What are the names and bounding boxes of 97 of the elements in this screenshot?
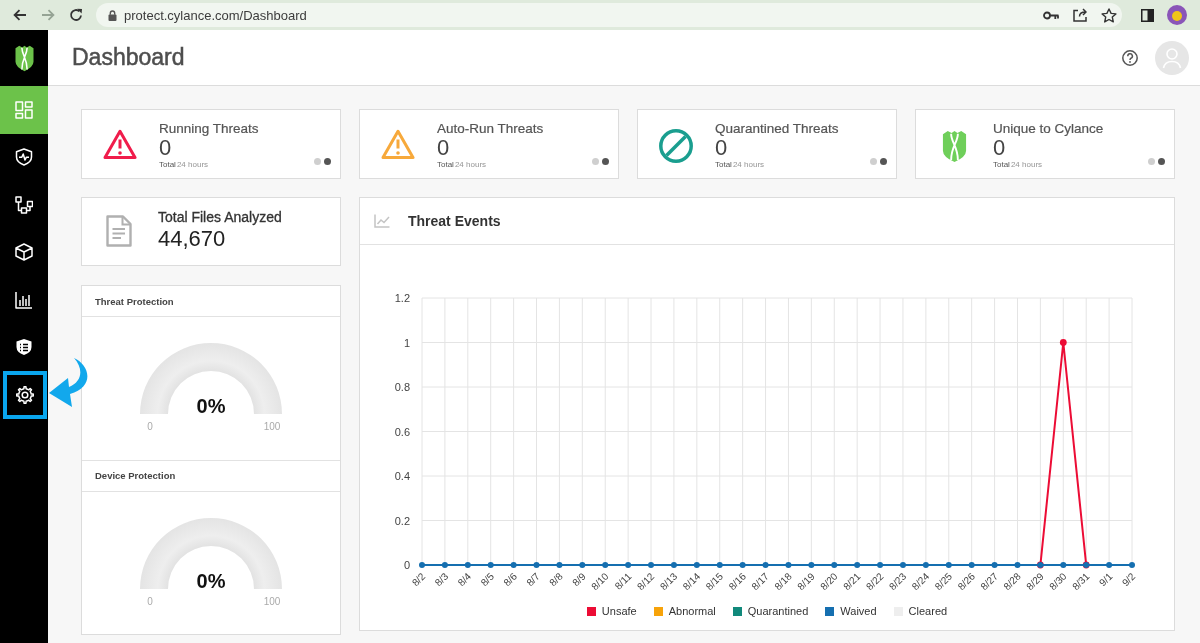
x-axis-label: 8/26	[955, 570, 978, 593]
x-axis-label: 8/6	[501, 570, 520, 589]
card-title: Unique to Cylance	[993, 120, 1105, 137]
x-axis-label: 8/15	[703, 570, 726, 593]
lock-icon	[108, 9, 117, 21]
y-axis-label: 0.8	[394, 381, 410, 393]
x-axis-label: 8/13	[657, 570, 680, 593]
x-axis-label: 8/29	[1024, 570, 1046, 593]
x-axis-label: 8/25	[932, 570, 955, 593]
x-axis-label: 8/2	[409, 570, 428, 589]
x-axis-label: 8/9	[570, 570, 588, 589]
x-axis-label: 8/31	[1070, 570, 1092, 593]
card-value: 0	[437, 137, 451, 159]
network-icon	[15, 195, 33, 214]
x-axis-label: 8/23	[886, 570, 909, 593]
card-title: Quarantined Threats	[715, 120, 840, 137]
legend-label[interactable]: Waived	[840, 605, 877, 617]
gauge-min-label: 0	[146, 595, 154, 608]
legend-label[interactable]: Cleared	[908, 605, 948, 617]
x-axis-label: 8/20	[818, 570, 840, 593]
period-label: 24 hours	[1010, 159, 1043, 170]
card-title: Running Threats	[159, 120, 260, 137]
card-value: 44,670	[158, 226, 227, 252]
card-title: Total Files Analyzed	[158, 209, 282, 226]
y-axis-label: 1	[403, 336, 410, 349]
period-label: 24 hours	[454, 159, 487, 170]
address-bar[interactable]: protect.cylance.com/Dashboard	[96, 3, 1122, 27]
total-label: Total	[993, 159, 1010, 170]
bar-chart-icon	[15, 290, 33, 309]
x-axis-label: 8/14	[680, 570, 703, 593]
card-value: 0	[993, 137, 1006, 159]
card-value: 0	[159, 137, 172, 159]
panel-title: Threat Events	[408, 213, 501, 229]
star-icon[interactable]	[1101, 7, 1117, 23]
x-axis-label: 8/11	[612, 570, 634, 592]
pager-dot[interactable]	[1158, 158, 1165, 165]
x-axis-label: 8/5	[478, 570, 497, 589]
profile-avatar-icon[interactable]	[1167, 5, 1187, 25]
document-icon	[106, 215, 132, 247]
cube-icon	[15, 243, 33, 262]
panel-title: Device Protection	[95, 470, 176, 481]
x-axis-label: 8/22	[863, 570, 886, 593]
card-value: 0	[715, 137, 728, 159]
total-label: Total	[159, 159, 176, 170]
reload-icon[interactable]	[69, 8, 83, 22]
x-axis-label: 8/19	[795, 570, 817, 593]
period-label: 24 hours	[732, 159, 765, 170]
x-axis-label: 8/16	[726, 570, 749, 593]
total-label: Total	[437, 159, 454, 170]
gauge-reading: 0%	[196, 395, 226, 417]
pager-dot[interactable]	[314, 158, 321, 165]
pager-dot[interactable]	[592, 158, 599, 165]
line-chart-icon	[374, 214, 390, 228]
x-axis-label: 8/18	[772, 570, 794, 593]
x-axis-label: 8/4	[455, 570, 474, 589]
pager-dot[interactable]	[870, 158, 877, 165]
x-axis-label: 8/8	[547, 570, 565, 589]
x-axis-label: 9/1	[1096, 570, 1115, 589]
panel-title: Threat Protection	[95, 295, 174, 307]
x-axis-label: 8/12	[634, 570, 657, 593]
x-axis-label: 8/30	[1047, 570, 1069, 593]
x-axis-label: 8/28	[1001, 570, 1023, 593]
x-axis-label: 8/10	[589, 570, 611, 593]
total-label: Total	[715, 159, 732, 170]
legend-label[interactable]: Quarantined	[747, 605, 809, 617]
gauge-reading: 0%	[196, 569, 226, 592]
card-title: Auto-Run Threats	[437, 120, 545, 137]
share-icon[interactable]	[1073, 8, 1087, 22]
x-axis-label: 9/2	[1119, 570, 1138, 589]
side-panel-icon[interactable]	[1141, 8, 1154, 22]
pager-dot[interactable]	[1148, 158, 1155, 165]
y-axis-label: 1.2	[394, 292, 410, 304]
x-axis-label: 8/3	[432, 570, 451, 589]
key-icon[interactable]	[1043, 10, 1059, 20]
x-axis-label: 8/24	[909, 570, 932, 593]
shield-logo-icon[interactable]	[13, 44, 35, 72]
gauge-max-label: 100	[262, 421, 282, 433]
y-axis-label: 0.2	[394, 514, 410, 527]
period-label: 24 hours	[176, 159, 209, 170]
y-axis-label: 0.4	[394, 470, 410, 482]
tiles-icon	[15, 100, 33, 119]
gear-icon	[16, 385, 34, 404]
pager-dot[interactable]	[880, 158, 887, 165]
pager-dot[interactable]	[602, 158, 609, 165]
pager-dot[interactable]	[324, 158, 331, 165]
help-icon[interactable]	[1122, 49, 1138, 66]
back-arrow-icon[interactable]	[13, 9, 27, 21]
legend-label[interactable]: Unsafe	[601, 605, 637, 617]
x-axis-label: 8/7	[524, 570, 542, 589]
y-axis-label: 0.6	[394, 425, 410, 438]
gauge-min-label: 0	[146, 421, 154, 433]
shield-pulse-icon	[15, 148, 33, 167]
shield-list-icon	[15, 338, 33, 357]
x-axis-label: 8/21	[841, 570, 863, 593]
gauge-max-label: 100	[262, 595, 282, 608]
y-axis-label: 0	[403, 559, 410, 571]
page-title: Dashboard	[72, 44, 186, 71]
